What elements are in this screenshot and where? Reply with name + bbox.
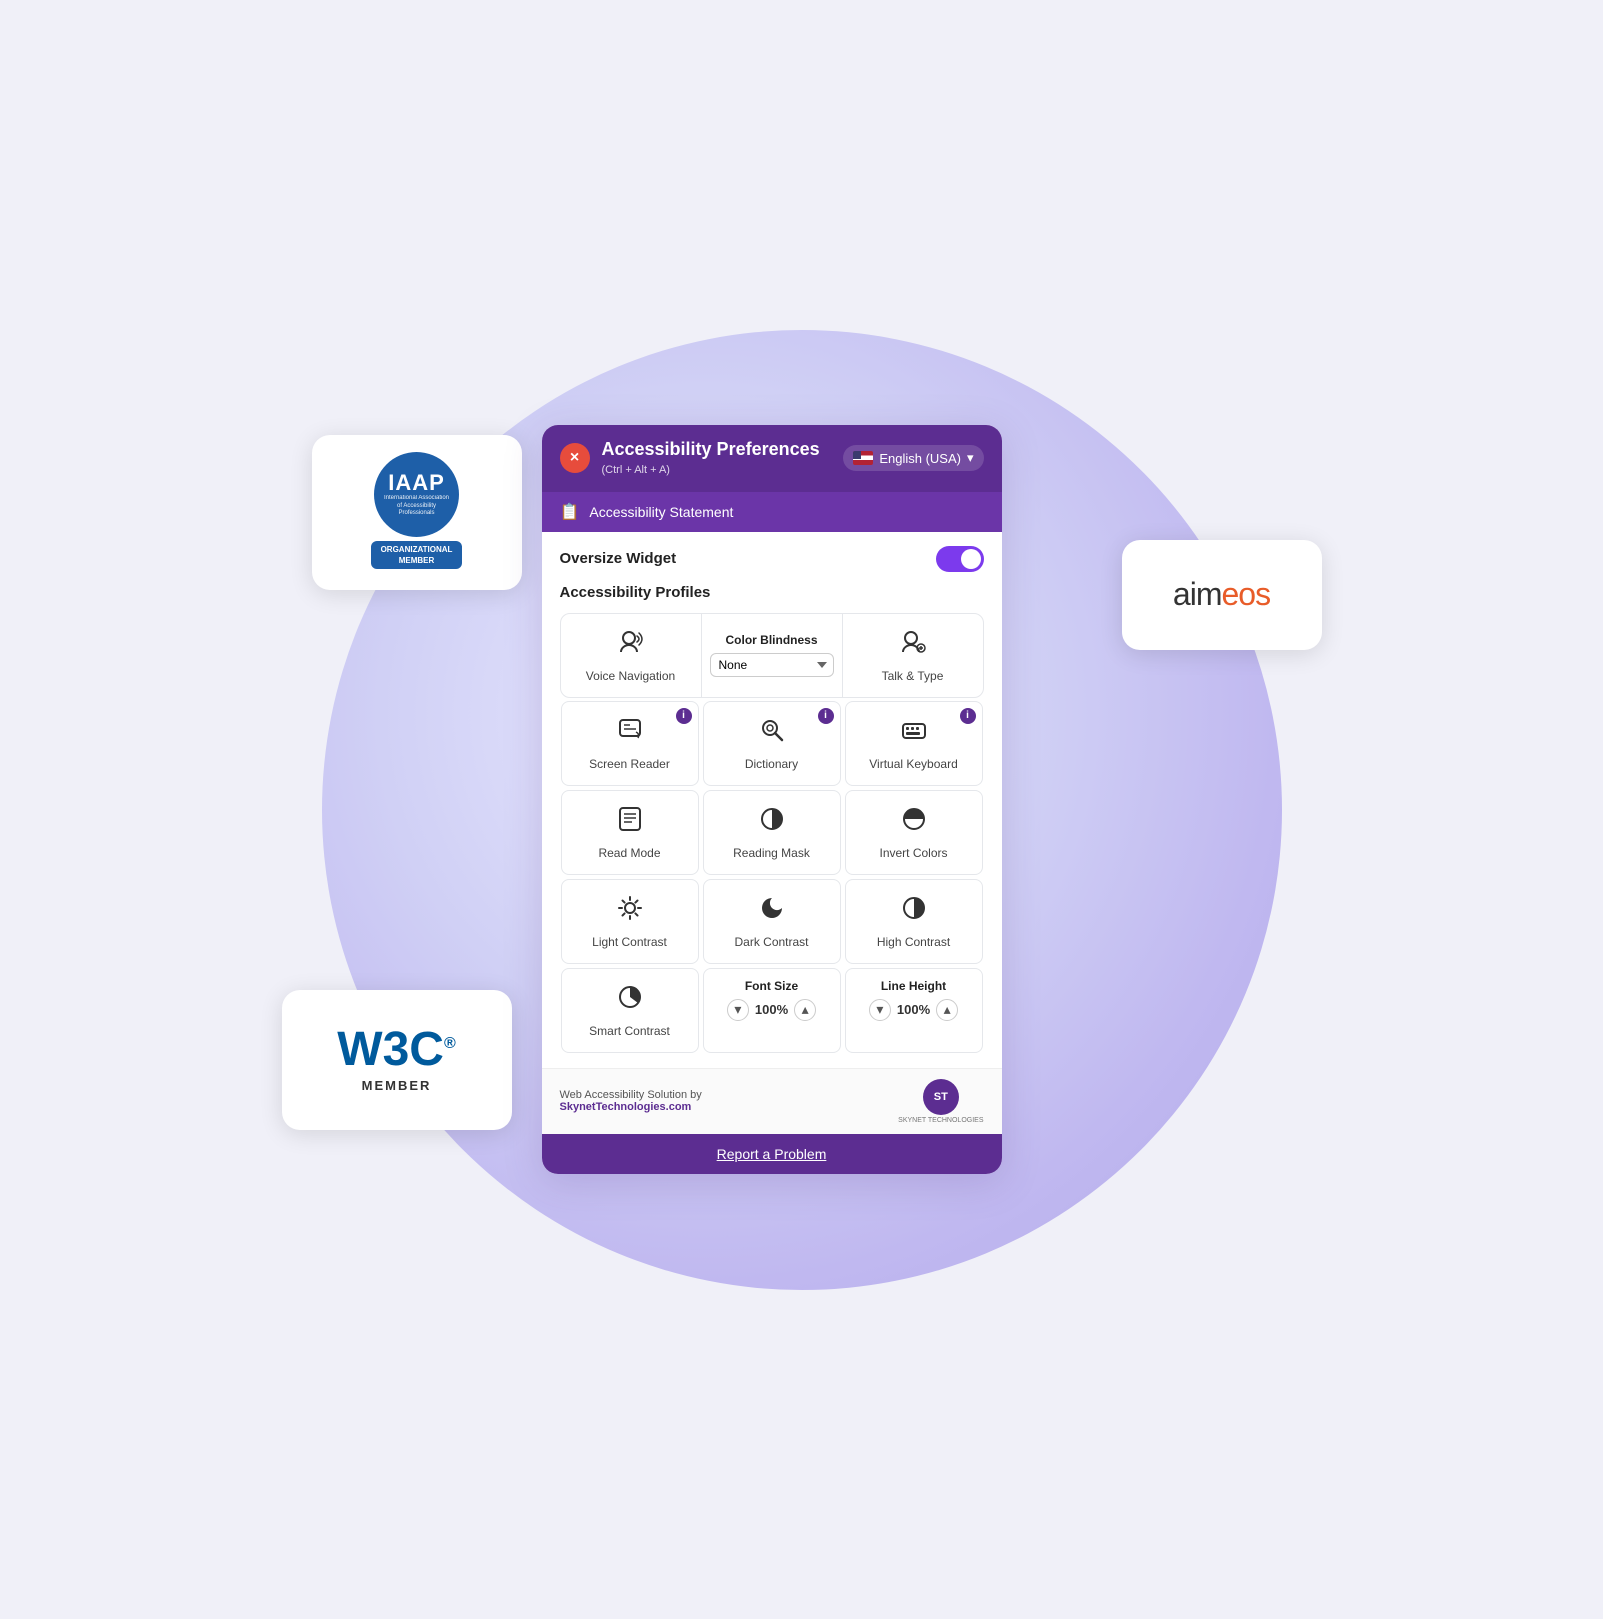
w3c-logo: W3C® MEMBER [337, 1026, 455, 1093]
screen-reader-label: Screen Reader [589, 757, 670, 771]
info-badge-dictionary: i [818, 708, 834, 724]
lang-label: English (USA) [879, 451, 961, 466]
header-left: × Accessibility Preferences (Ctrl + Alt … [560, 439, 820, 478]
read-mode-icon [616, 805, 644, 840]
dark-contrast-label: Dark Contrast [734, 935, 808, 949]
reading-mask-icon [758, 805, 786, 840]
iaap-circle: IAAP International Associationof Accessi… [374, 452, 459, 537]
footer-text: Web Accessibility Solution by SkynetTech… [560, 1089, 702, 1113]
smart-contrast-icon [616, 983, 644, 1018]
dark-contrast-icon [758, 894, 786, 929]
profiles-top-row: Voice Navigation Color Blindness None Pr… [560, 613, 984, 698]
widget-header: × Accessibility Preferences (Ctrl + Alt … [542, 425, 1002, 492]
oversize-row: Oversize Widget [560, 546, 984, 572]
profiles-section-label: Accessibility Profiles [560, 584, 984, 601]
w3c-member-label: MEMBER [362, 1078, 432, 1093]
snt-logo-label: SKYNET TECHNOLOGIES [898, 1117, 983, 1124]
features-grid: i Screen Reader i [560, 700, 984, 965]
screen-reader-icon [616, 716, 644, 751]
light-contrast-btn[interactable]: Light Contrast [561, 879, 699, 964]
virtual-keyboard-btn[interactable]: i Virtual Keyboard [845, 701, 983, 786]
w3c-card: W3C® MEMBER [282, 990, 512, 1130]
report-problem-btn[interactable]: Report a Problem [542, 1134, 1002, 1174]
read-mode-btn[interactable]: Read Mode [561, 790, 699, 875]
iaap-sub-text: International Associationof Accessibilit… [374, 495, 459, 518]
stepper-row: Smart Contrast Font Size ▾ 100% ▴ Line H… [560, 967, 984, 1054]
footer-link[interactable]: SkynetTechnologies.com [560, 1101, 692, 1113]
line-height-value: 100% [897, 1002, 930, 1017]
snt-logo-circle: ST [923, 1079, 959, 1115]
scene: IAAP International Associationof Accessi… [252, 260, 1352, 1360]
close-button[interactable]: × [560, 443, 590, 473]
widget-footer: Web Accessibility Solution by SkynetTech… [542, 1068, 1002, 1134]
virtual-keyboard-label: Virtual Keyboard [869, 757, 958, 771]
virtual-keyboard-icon [900, 716, 928, 751]
dark-contrast-btn[interactable]: Dark Contrast [703, 879, 841, 964]
dictionary-label: Dictionary [745, 757, 798, 771]
high-contrast-btn[interactable]: High Contrast [845, 879, 983, 964]
line-height-stepper: Line Height ▾ 100% ▴ [845, 968, 983, 1053]
high-contrast-icon [900, 894, 928, 929]
color-blindness-area: Color Blindness None Protanopia Deuteran… [701, 614, 843, 697]
voice-navigation-icon [617, 628, 645, 663]
statement-label: Accessibility Statement [589, 504, 733, 520]
shortcut-text: (Ctrl + Alt + A) [602, 464, 670, 476]
font-size-label: Font Size [745, 979, 798, 993]
voice-navigation-label: Voice Navigation [586, 669, 675, 683]
invert-colors-icon [900, 805, 928, 840]
talk-type-icon [899, 628, 927, 663]
high-contrast-label: High Contrast [877, 935, 950, 949]
flag-icon [853, 451, 873, 465]
reading-mask-btn[interactable]: Reading Mask [703, 790, 841, 875]
smart-contrast-label: Smart Contrast [589, 1024, 670, 1038]
line-height-decrease[interactable]: ▾ [869, 999, 891, 1021]
talk-and-type-btn[interactable]: Talk & Type [843, 614, 983, 697]
font-size-increase[interactable]: ▴ [794, 999, 816, 1021]
font-size-value: 100% [755, 1002, 788, 1017]
header-title: Accessibility Preferences (Ctrl + Alt + … [602, 439, 820, 478]
invert-colors-btn[interactable]: Invert Colors [845, 790, 983, 875]
dictionary-icon [758, 716, 786, 751]
screen-reader-btn[interactable]: i Screen Reader [561, 701, 699, 786]
iaap-main-text: IAAP [388, 471, 445, 495]
statement-bar[interactable]: 📋 Accessibility Statement [542, 492, 1002, 532]
invert-colors-label: Invert Colors [879, 846, 947, 860]
info-badge-keyboard: i [960, 708, 976, 724]
widget-panel: × Accessibility Preferences (Ctrl + Alt … [542, 425, 1002, 1174]
language-selector[interactable]: English (USA) ▾ [843, 445, 983, 471]
chevron-down-icon: ▾ [967, 450, 974, 466]
aimeos-text: aimeos [1173, 576, 1270, 613]
iaap-logo: IAAP International Associationof Accessi… [352, 452, 482, 572]
smart-contrast-btn[interactable]: Smart Contrast [561, 968, 699, 1053]
iaap-card: IAAP International Associationof Accessi… [312, 435, 522, 590]
footer-logo: ST SKYNET TECHNOLOGIES [898, 1079, 983, 1124]
line-height-controls: ▾ 100% ▴ [869, 999, 958, 1021]
oversize-label: Oversize Widget [560, 550, 677, 567]
dictionary-btn[interactable]: i Dictionary [703, 701, 841, 786]
talk-type-label: Talk & Type [882, 669, 944, 683]
main-title-text: Accessibility Preferences [602, 439, 820, 460]
iaap-org-badge: ORGANIZATIONAL MEMBER [371, 541, 463, 569]
color-blindness-select[interactable]: None Protanopia Deuteranopia Tritanopia [710, 653, 834, 677]
panel-body: Oversize Widget Accessibility Profiles [542, 532, 1002, 1068]
oversize-toggle[interactable] [936, 546, 984, 572]
line-height-label: Line Height [881, 979, 946, 993]
color-blindness-label: Color Blindness [725, 633, 817, 647]
line-height-increase[interactable]: ▴ [936, 999, 958, 1021]
w3c-text: W3C® [337, 1026, 455, 1074]
font-size-controls: ▾ 100% ▴ [727, 999, 816, 1021]
light-contrast-icon [616, 894, 644, 929]
reading-mask-label: Reading Mask [733, 846, 810, 860]
aimeos-card: aimeos [1122, 540, 1322, 650]
read-mode-label: Read Mode [598, 846, 660, 860]
font-size-stepper: Font Size ▾ 100% ▴ [703, 968, 841, 1053]
document-icon: 📋 [560, 502, 580, 522]
light-contrast-label: Light Contrast [592, 935, 667, 949]
voice-navigation-btn[interactable]: Voice Navigation [561, 614, 701, 697]
font-size-decrease[interactable]: ▾ [727, 999, 749, 1021]
info-badge-screen-reader: i [676, 708, 692, 724]
footer-line1: Web Accessibility Solution by [560, 1089, 702, 1101]
